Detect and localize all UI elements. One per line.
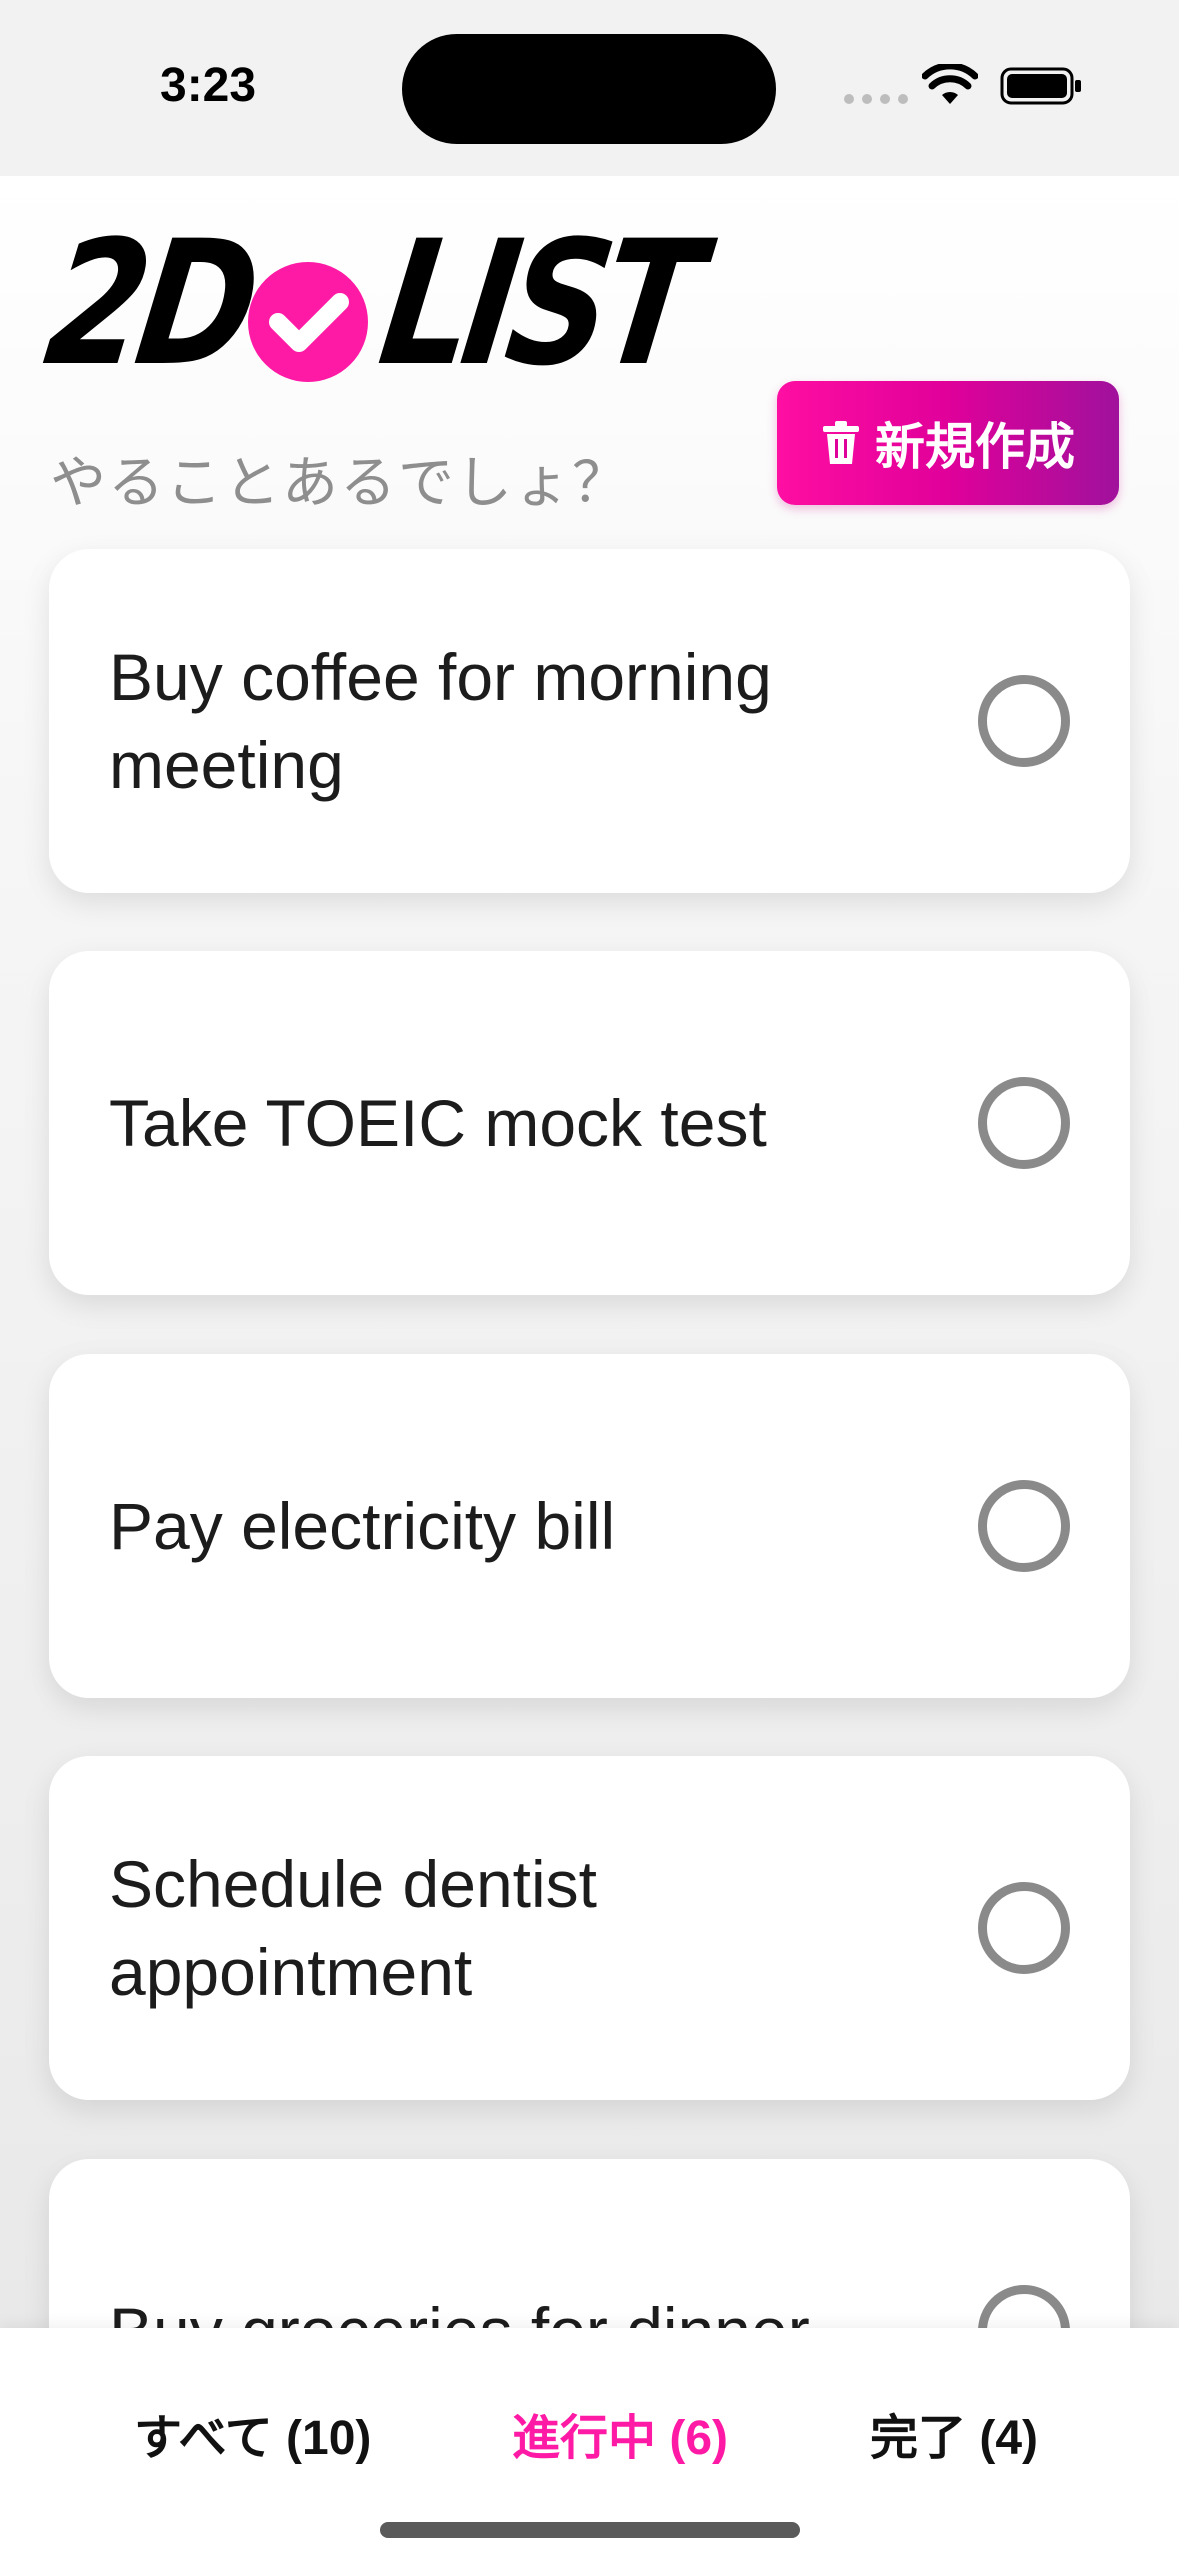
- task-title: Buy groceries for dinner: [109, 2159, 929, 2328]
- status-time: 3:23: [160, 59, 257, 112]
- new-task-button[interactable]: 新規作成: [777, 381, 1119, 505]
- filter-bar: すべて (10) 進行中 (6) 完了 (4): [0, 2328, 1179, 2556]
- filter-done[interactable]: 完了 (4): [870, 2398, 1038, 2468]
- task-checkbox-icon[interactable]: [978, 1077, 1070, 1169]
- filter-in-progress[interactable]: 進行中 (6): [512, 2398, 728, 2468]
- task-checkbox-icon[interactable]: [978, 1480, 1070, 1572]
- status-bar: 3:23: [0, 0, 1179, 176]
- home-indicator: [380, 2522, 800, 2538]
- battery-icon: [1000, 67, 1081, 105]
- task-card[interactable]: Buy coffee for morning meeting: [49, 549, 1130, 893]
- wifi-icon: [922, 64, 978, 104]
- signal-dots-icon: [844, 94, 908, 104]
- main-content: 2D LIST やることあるでしょ？ 新規作成 Buy coffee for m…: [0, 176, 1179, 2328]
- app-logo: 2D LIST: [36, 203, 706, 404]
- task-checkbox-icon[interactable]: [978, 2285, 1070, 2328]
- trash-icon: [823, 421, 859, 464]
- task-card[interactable]: Buy groceries for dinner: [49, 2159, 1130, 2328]
- logo-text-left: 2D: [35, 203, 264, 404]
- task-checkbox-icon[interactable]: [978, 1882, 1070, 1974]
- task-title: Pay electricity bill: [109, 1489, 616, 1563]
- new-task-button-label: 新規作成: [875, 419, 1075, 475]
- task-card[interactable]: Pay electricity bill: [49, 1354, 1130, 1698]
- dynamic-island: [402, 34, 776, 144]
- task-card[interactable]: Schedule dentist appointment: [49, 1756, 1130, 2100]
- logo-text-right: LIST: [369, 203, 706, 404]
- task-title: Buy coffee for morning meeting: [109, 640, 772, 802]
- tagline: やることあるでしょ？: [50, 451, 630, 514]
- check-circle-icon: [248, 262, 368, 382]
- task-card[interactable]: Take TOEIC mock test: [49, 951, 1130, 1295]
- filter-all[interactable]: すべて (10): [134, 2398, 371, 2468]
- task-title: Schedule dentist appointment: [109, 1847, 598, 2009]
- task-checkbox-icon[interactable]: [978, 675, 1070, 767]
- task-title: Take TOEIC mock test: [109, 1086, 767, 1160]
